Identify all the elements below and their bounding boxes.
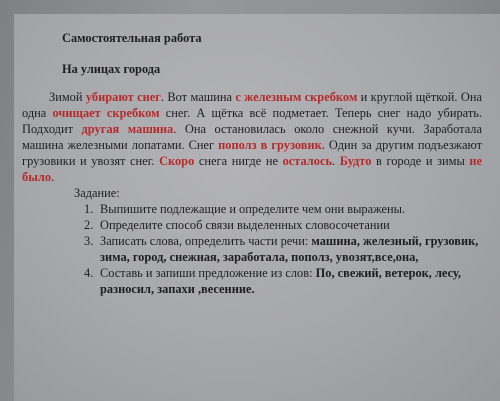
task-item: 3. Записать слова, определить части речи:… [84,233,482,265]
highlighted-phrase: с железным скребком [235,90,358,104]
highlighted-phrase: Скоро [159,154,195,168]
task-text: Записать слова, определить части речи: [100,234,312,248]
task-text: Составь и запиши предложение из слов: [100,266,316,280]
task-number: 2. [84,218,94,232]
highlighted-phrase: Будто [339,154,372,168]
paragraph-text: . Вот машина [160,90,236,104]
document: Самостоятельная работа На улицах города … [22,30,482,297]
highlighted-phrase: пополз в грузовик [218,138,322,152]
document-title: Самостоятельная работа [62,31,202,45]
text-heading: На улицах города [62,62,161,76]
story-paragraph: Зимой убирают снег. Вот машина с железны… [22,89,482,185]
task-text: Выпишите подлежащие и определите чем они… [100,202,406,216]
paragraph-text: в городе и зимы [371,154,470,168]
task-item: 4. Составь и запиши предложение из слов: … [84,265,482,297]
paragraph-text: . [51,170,55,184]
task-heading: Задание: [74,186,120,200]
task-number: 3. [84,234,94,248]
task-item: 1. Выпишите подлежащие и определите чем о… [84,201,482,217]
task-text: Определите способ связи выделенных слово… [100,218,390,232]
paragraph-text: снега нигде не [194,154,283,168]
task-list: 1. Выпишите подлежащие и определите чем о… [22,201,482,297]
highlighted-phrase: очищает скребком [52,106,160,120]
task-number: 4. [84,266,94,280]
highlighted-phrase: убирают снег [85,90,161,104]
highlighted-phrase: другая машина [81,122,174,136]
highlighted-phrase: осталось [282,154,332,168]
task-number: 1. [84,202,94,216]
paragraph-text: Зимой [49,90,86,104]
paragraph-text: . [332,154,340,168]
task-item: 2. Определите способ связи выделенных сло… [84,217,482,233]
